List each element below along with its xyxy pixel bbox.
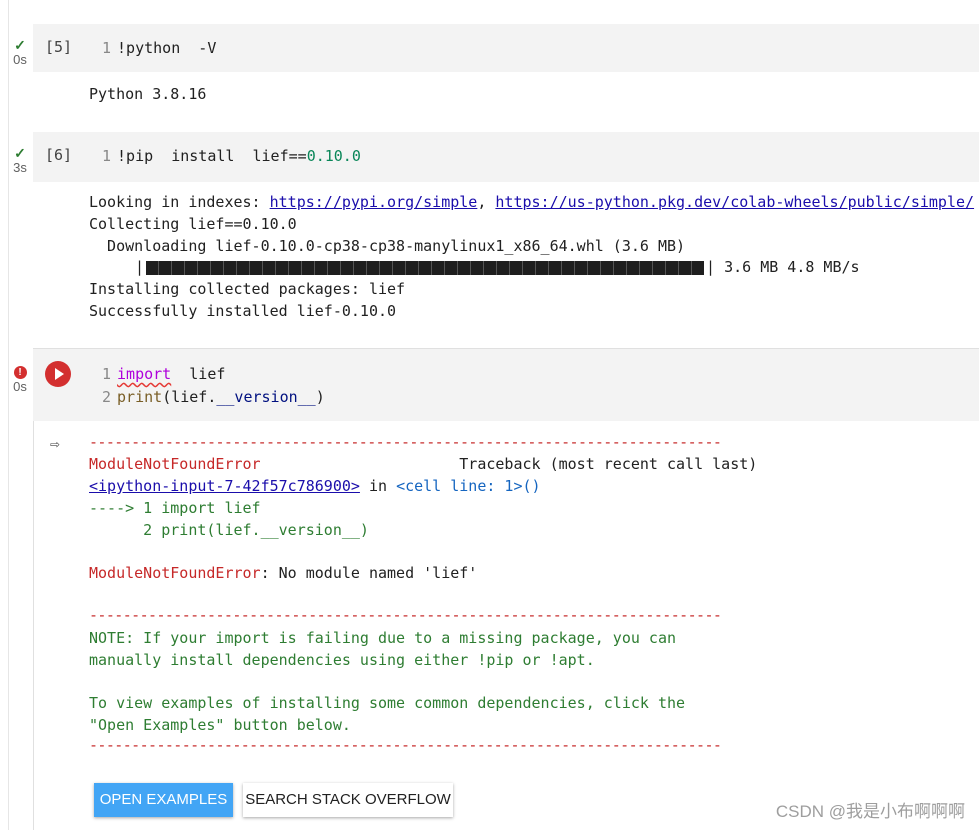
line-number: 1 [102,365,112,383]
cell-line-text: <cell line: 1> [396,477,523,495]
pypi-link[interactable]: https://pypi.org/simple [270,193,478,211]
pip-output-indexes: Looking in indexes: https://pypi.org/sim… [89,191,974,213]
notebook-gutter-line [8,0,9,830]
code-line[interactable]: 1 !python -V [102,37,216,59]
traceback-location: <ipython-input-7-42f57c786900> in <cell … [89,475,541,497]
csdn-watermark: CSDN @我是小布啊啊啊 [775,802,965,821]
import-keyword: import [117,365,172,383]
check-icon: ✓ [14,145,26,161]
check-icon: ✓ [14,37,26,53]
traceback-label: Traceback (most recent call last) [459,455,758,473]
parens: () [522,477,541,495]
code-text: !pip install lief== [117,147,307,165]
note-line-3: To view examples of installing some comm… [89,694,686,712]
line-number: 1 [102,39,112,57]
dash-separator: ----------------------------------------… [89,606,722,624]
ipython-input-link[interactable]: <ipython-input-7-42f57c786900> [89,477,360,495]
dash-separator: ----------------------------------------… [89,433,722,451]
version-attr: __version__ [216,388,316,406]
in-text: in [359,477,397,495]
pip-output-downloading: Downloading lief-0.10.0-cp38-cp38-manyli… [89,237,686,255]
note-line-1: NOTE: If your import is failing due to a… [89,629,676,647]
code-line[interactable]: 1 !pip install lief==0.10.0 [102,145,361,167]
note-line-4: "Open Examples" button below. [89,716,351,734]
note-line-2: manually install dependencies using eith… [89,651,595,669]
cell-status: ! 0s [10,363,30,395]
exec-time: 0s [13,379,27,394]
error-message: ModuleNotFoundError: No module named 'li… [89,562,477,584]
traceback-line-2: 2 print(lief.__version__) [89,521,369,539]
code-line-2[interactable]: 2 print(lief.__version__) [102,386,325,408]
open-examples-button[interactable]: OPEN EXAMPLES [94,783,233,817]
output-exit-icon[interactable]: ⇨ [50,434,60,453]
print-function: print [117,388,163,406]
execution-count: [6] [45,146,73,164]
code-text: ) [315,388,325,406]
cell-status: ✓ 3s [10,146,30,176]
indexes-label: Looking in indexes: [89,193,270,211]
error-name: ModuleNotFoundError [89,455,261,473]
traceback-header: ModuleNotFoundError Traceback (most rece… [89,453,757,475]
exec-time: 0s [13,52,27,67]
line-number: 2 [102,388,112,406]
cell-status: ✓ 0s [10,38,30,68]
progress-fill [146,260,705,275]
search-stack-overflow-button[interactable]: SEARCH STACK OVERFLOW [243,783,453,817]
code-text: !python -V [117,39,217,57]
error-message-text: : No module named 'lief' [260,564,478,582]
execution-count: [5] [45,38,73,56]
exec-time: 3s [13,160,27,175]
pip-progress-line: | | 3.6 MB 4.8 MB/s [135,258,860,276]
download-progress-bar [146,260,705,275]
pip-output-collecting: Collecting lief==0.10.0 [89,215,297,233]
code-text: lief [171,365,226,383]
code-text: (lief. [162,388,217,406]
colab-wheels-link[interactable]: https://us-python.pkg.dev/colab-wheels/p… [495,193,974,211]
line-number: 1 [102,147,112,165]
run-cell-button[interactable] [45,361,71,387]
version-number: 0.10.0 [306,147,361,165]
pip-output-installing: Installing collected packages: lief [89,280,406,298]
separator: , [477,193,496,211]
progress-text: 3.6 MB 4.8 MB/s [724,258,860,276]
pip-output-success: Successfully installed lief-0.10.0 [89,302,397,320]
cell-output: Python 3.8.16 [89,85,207,103]
dash-separator: ----------------------------------------… [89,736,722,754]
code-line-1[interactable]: 1 import lief [102,363,225,385]
error-icon: ! [10,363,30,379]
error-message-name: ModuleNotFoundError [89,564,261,582]
traceback-arrow-line: ----> 1 import lief [89,499,261,517]
